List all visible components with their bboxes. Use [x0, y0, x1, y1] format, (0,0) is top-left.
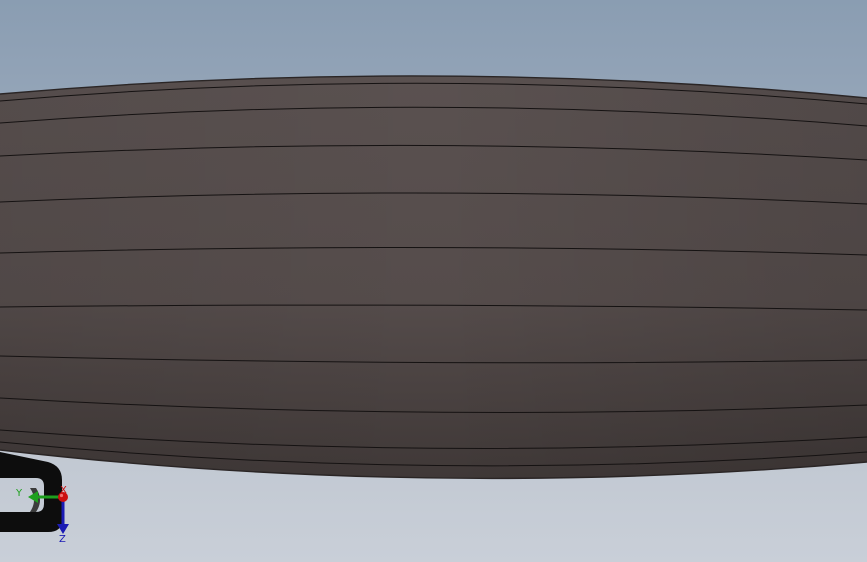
z-axis-label: Z — [59, 534, 66, 545]
y-axis-arrow — [28, 491, 62, 503]
x-axis-label: X — [60, 485, 67, 496]
y-axis-label: Y — [15, 488, 23, 499]
cylinder-model[interactable] — [0, 0, 867, 562]
reference-triad: Y Z X — [15, 485, 69, 545]
z-axis-arrow — [57, 498, 69, 534]
3d-graphics-area[interactable]: Y Z X — [0, 0, 867, 562]
